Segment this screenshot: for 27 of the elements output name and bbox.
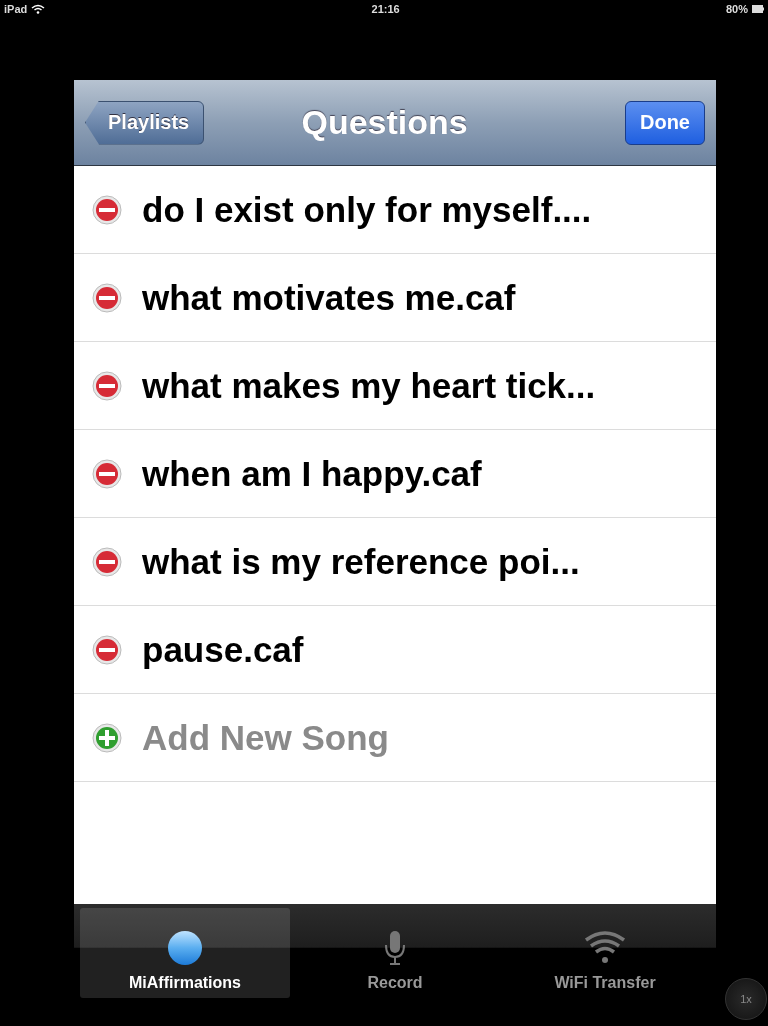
clock: 21:16: [371, 3, 400, 15]
battery-percentage: 80%: [725, 3, 748, 15]
tab[interactable]: WiFi Transfer: [500, 908, 710, 998]
wifi-icon: [583, 930, 627, 966]
song-title[interactable]: pause.caf: [142, 629, 304, 670]
delete-icon: [92, 546, 122, 577]
song-title[interactable]: what makes my heart tick...: [142, 365, 596, 406]
song-title[interactable]: what motivates me.caf: [142, 277, 516, 318]
sphere-icon: [167, 930, 203, 966]
tab[interactable]: MiAffirmations: [80, 908, 290, 998]
delete-icon: [92, 634, 122, 665]
battery-icon: [752, 5, 764, 13]
song-title[interactable]: what is my reference poi...: [142, 541, 580, 582]
device-name: iPad: [4, 3, 28, 15]
delete-icon: [92, 194, 122, 225]
done-button[interactable]: Done: [625, 100, 705, 145]
delete-icon: [92, 458, 122, 489]
back-button[interactable]: Playlists: [85, 100, 205, 145]
screen-title: Questions: [301, 103, 468, 142]
delete-icon: [92, 282, 122, 313]
wifi-icon: [31, 4, 46, 14]
tab[interactable]: Record: [290, 908, 500, 998]
delete-icon: [92, 370, 122, 401]
zoom-button[interactable]: 1x: [725, 978, 767, 1020]
add-icon: [92, 722, 122, 753]
song-title[interactable]: do I exist only for myself....: [142, 189, 592, 230]
song-title[interactable]: when am I happy.caf: [142, 453, 482, 494]
